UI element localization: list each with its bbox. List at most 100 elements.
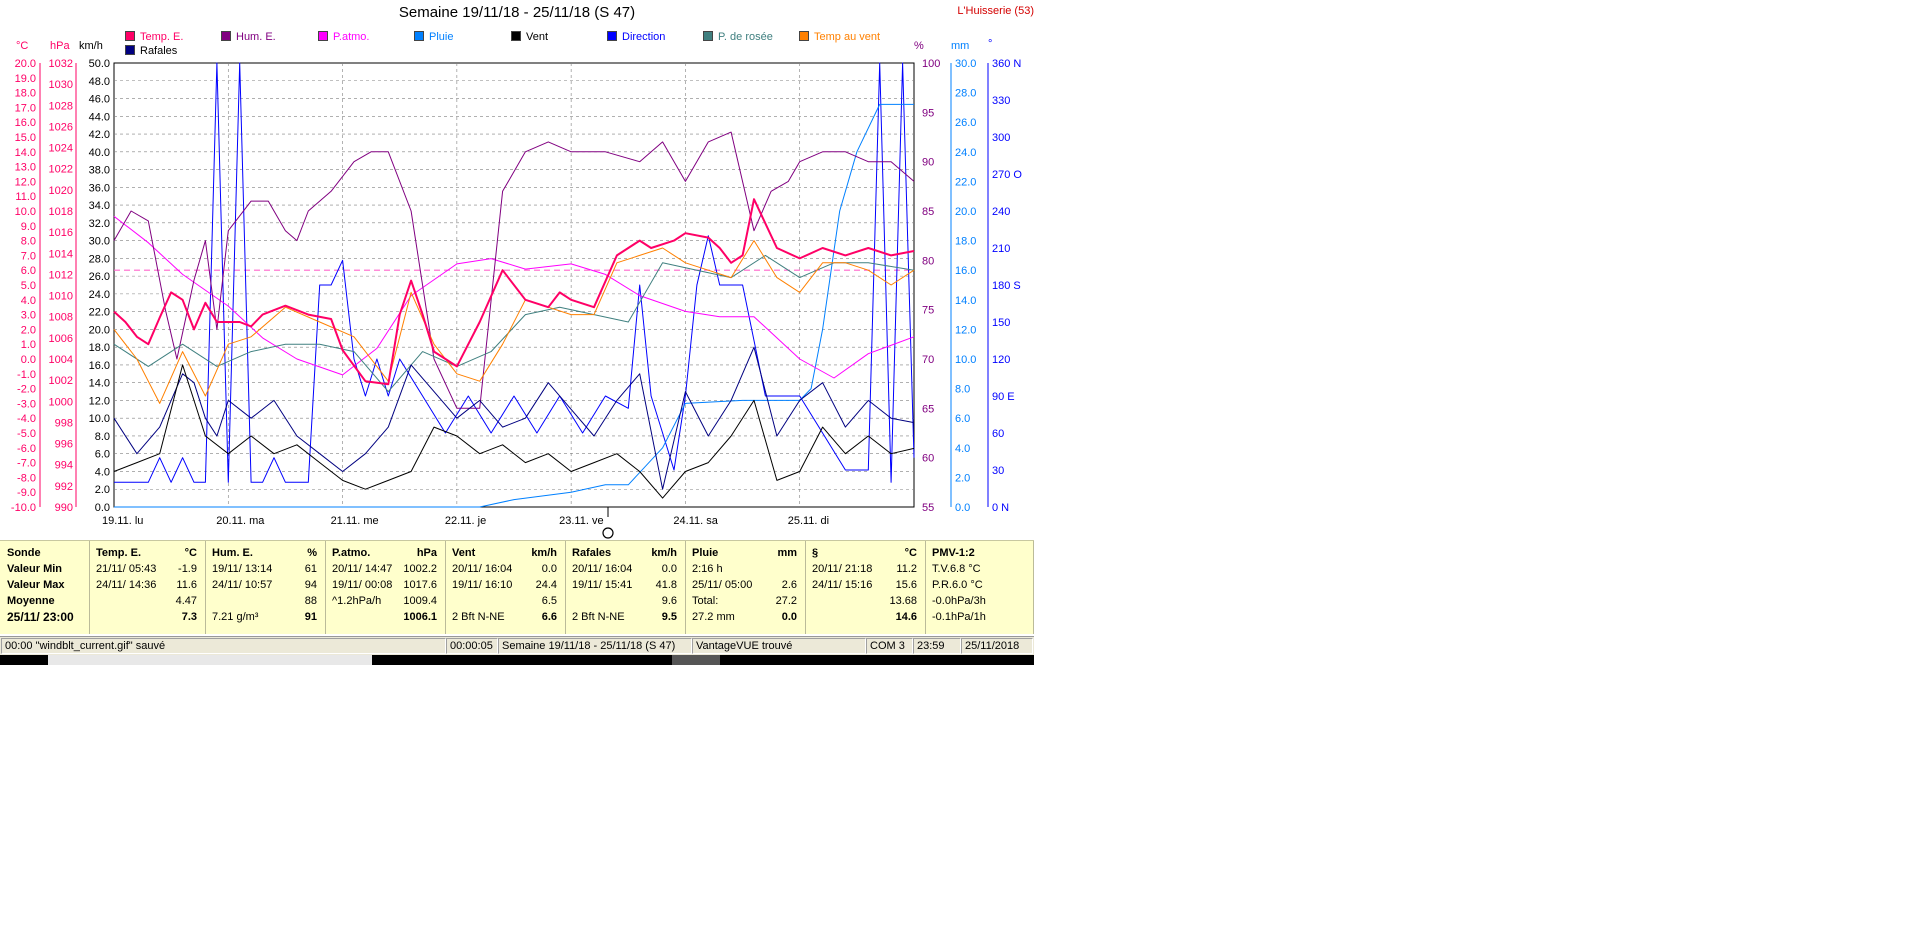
table-cell: 19/11/ 15:41 [572,579,633,591]
y-tick-dir: 210 [992,243,1010,255]
table-cell: 1006.1 [403,611,437,623]
status-port: COM 3 [866,638,913,654]
y-tick-wind: 6.0 [95,449,110,461]
y-tick-rain: 14.0 [955,295,976,307]
table-cell: mm [777,547,797,559]
y-tick-temp: -9.0 [17,487,36,499]
y-tick-dir: 150 [992,317,1010,329]
y-tick-hum: 55 [922,502,934,514]
y-tick-rain: 26.0 [955,117,976,129]
table-cell: 20/11/ 14:47 [332,563,393,575]
y-tick-rain: 30.0 [955,58,976,70]
y-tick-hum: 75 [922,305,934,317]
table-cell: 24/11/ 14:36 [96,579,157,591]
y-tick-press: 1012 [49,269,73,281]
y-tick-dir: 90 E [992,391,1015,403]
y-tick-dir: 60 [992,428,1004,440]
x-tick-label: 25.11. di [788,515,829,527]
y-tick-press: 996 [55,439,73,451]
y-tick-rain: 22.0 [955,176,976,188]
y-tick-rain: 12.0 [955,324,976,336]
table-cell: 11.2 [896,563,917,575]
table-cell: 4.47 [175,595,197,607]
summary-table: Sonde Valeur Min Valeur Max Moyenne 25/1… [0,540,1034,634]
status-elapsed: 00:00:05 [446,638,498,654]
y-tick-temp: 14.0 [15,147,36,159]
y-tick-temp: 15.0 [15,132,36,144]
table-cell: 6.5 [541,595,557,607]
y-tick-wind: 14.0 [89,378,110,390]
y-tick-temp: -5.0 [17,428,36,440]
y-tick-dir: 240 [992,206,1010,218]
taskbar-button[interactable] [672,655,720,665]
y-tick-press: 1032 [49,58,73,70]
row-label-avg: Moyenne [7,595,55,607]
table-cell: 11.6 [176,579,197,591]
y-tick-rain: 4.0 [955,443,970,455]
y-tick-temp: -3.0 [17,398,36,410]
table-cell: 20/11/ 16:04 [452,563,513,575]
table-col-c5: Rafales km/h 20/11/ 16:04 0.0 19/11/ 15:41 41… [566,541,686,634]
status-bar: 00:00 "windblt_current.gif" sauvé 00:00:… [0,636,1034,655]
y-tick-temp: 19.0 [15,73,36,85]
table-cell: 20/11/ 21:18 [812,563,873,575]
y-tick-press: 1002 [49,375,73,387]
y-tick-dir: 180 S [992,280,1021,292]
y-tick-temp: 4.0 [21,295,36,307]
taskbar-button[interactable] [48,655,372,665]
time-cursor-icon [602,527,614,539]
table-cell: 9.6 [661,595,677,607]
table-col-c1: Temp. E. °C 21/11/ 05:43 -1.9 24/11/ 14:36 11… [90,541,206,634]
table-cell: P.R.6.0 °C [932,579,983,591]
y-tick-wind: 38.0 [89,165,110,177]
y-tick-press: 1026 [49,121,73,133]
y-tick-press: 1022 [49,164,73,176]
y-tick-wind: 30.0 [89,236,110,248]
y-tick-temp: 13.0 [15,162,36,174]
y-tick-temp: 18.0 [15,88,36,100]
y-tick-wind: 10.0 [89,413,110,425]
table-cell: -0.0hPa/3h [932,595,986,607]
y-tick-wind: 50.0 [89,58,110,70]
table-col-c2: Hum. E.% 19/11/ 13:14 61 24/11/ 10:57 94 88 7.… [206,541,326,634]
table-cell: 20/11/ 16:04 [572,563,633,575]
y-tick-temp: 5.0 [21,280,36,292]
table-cell: 2 Bft N-NE [452,611,505,623]
y-tick-press: 1018 [49,206,73,218]
y-tick-press: 998 [55,417,73,429]
y-tick-press: 1030 [49,79,73,91]
table-cell: °C [184,547,197,559]
y-tick-press: 990 [55,502,73,514]
y-tick-press: 1000 [49,396,73,408]
table-cell: 1002.2 [403,563,437,575]
y-tick-rain: 28.0 [955,88,976,100]
table-cell: 13.68 [889,595,917,607]
y-tick-wind: 24.0 [89,289,110,301]
y-tick-hum: 60 [922,453,934,465]
y-tick-wind: 0.0 [95,502,110,514]
table-cell: 2:16 h [692,563,723,575]
y-tick-wind: 46.0 [89,94,110,106]
table-cell: Temp. E. [96,547,142,559]
y-tick-dir: 330 [992,95,1010,107]
y-tick-press: 1020 [49,185,73,197]
table-cell: 88 [304,595,317,607]
y-tick-press: 1010 [49,291,73,303]
table-cell: km/h [531,547,557,559]
taskbar [0,655,1034,665]
table-cell: 24/11/ 10:57 [212,579,273,591]
table-cell: °C [904,547,917,559]
y-tick-rain: 8.0 [955,384,970,396]
y-tick-temp: 11.0 [15,191,36,203]
table-cell: 2 Bft N-NE [572,611,625,623]
y-tick-wind: 12.0 [89,395,110,407]
y-tick-temp: 6.0 [21,265,36,277]
table-col-c6: Pluie mm 2:16 h 25/11/ 05:00 2.6 Total: 27.2 27… [686,541,806,634]
y-tick-press: 1006 [49,333,73,345]
y-tick-rain: 0.0 [955,502,970,514]
status-period: Semaine 19/11/18 - 25/11/18 (S 47) [498,638,692,654]
table-cell: 19/11/ 13:14 [212,563,273,575]
table-cell: T.V.6.8 °C [932,563,981,575]
y-tick-hum: 90 [922,157,934,169]
y-tick-hum: 95 [922,107,934,119]
